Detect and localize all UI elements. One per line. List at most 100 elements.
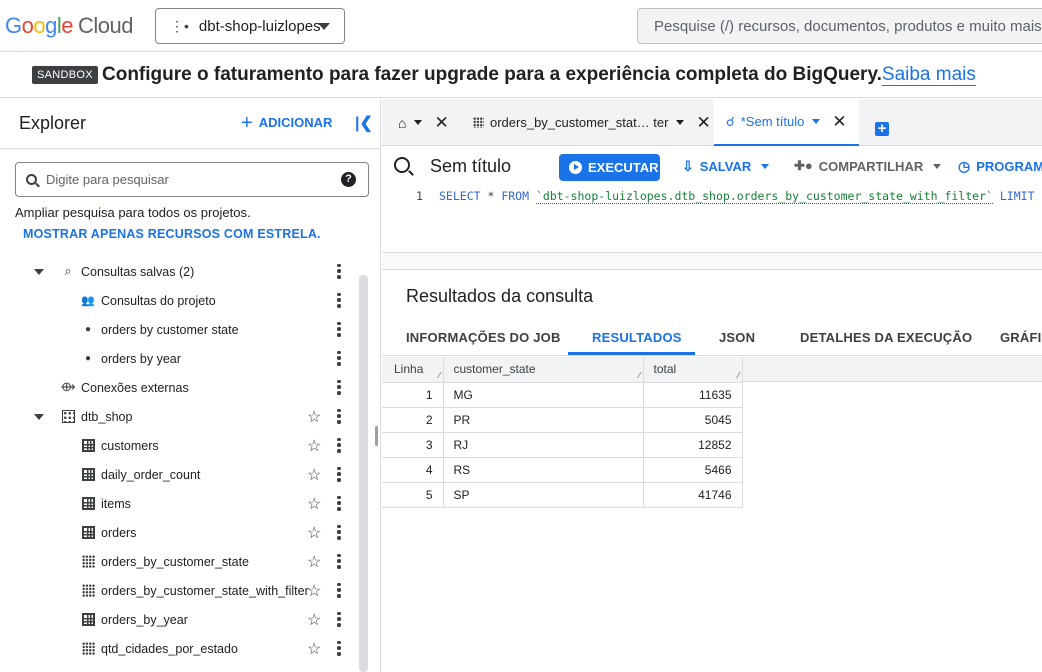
more-options-icon[interactable] bbox=[337, 495, 341, 512]
new-tab-icon[interactable]: + bbox=[875, 121, 889, 136]
collapse-panel-icon[interactable]: |❮ bbox=[355, 113, 373, 133]
expand-arrow-icon[interactable] bbox=[34, 269, 44, 275]
explorer-scrollbar[interactable] bbox=[359, 275, 368, 672]
tab-orders-by-customer-state-with-filter[interactable]: orders_by_customer_stat… ter ✕ bbox=[458, 99, 714, 146]
tree-item-orders-by-year[interactable]: orders_by_year ☆ bbox=[0, 605, 355, 634]
chevron-down-icon bbox=[933, 163, 942, 169]
more-options-icon[interactable] bbox=[337, 437, 341, 454]
project-picker[interactable]: ⋮• dbt-shop-luizlopes bbox=[155, 8, 345, 44]
schedule-button[interactable]: ◷ PROGRAMAR bbox=[958, 158, 1042, 175]
tree-item-items[interactable]: items ☆ bbox=[0, 489, 355, 518]
resize-icon[interactable]: ∕ bbox=[439, 370, 441, 380]
more-options-icon[interactable] bbox=[337, 379, 341, 396]
customer-state-cell[interactable]: RS bbox=[443, 457, 644, 483]
tree-item-conex-es-externas[interactable]: ⟴ Conexões externas bbox=[0, 373, 355, 402]
row-number-cell[interactable]: 2 bbox=[382, 407, 444, 433]
total-cell[interactable]: 5045 bbox=[643, 407, 743, 433]
row-number-cell[interactable]: 1 bbox=[382, 382, 444, 408]
total-cell[interactable]: 41746 bbox=[643, 482, 743, 508]
total-cell[interactable]: 12852 bbox=[643, 432, 743, 458]
run-button[interactable]: EXECUTAR bbox=[559, 154, 660, 181]
resize-icon[interactable]: ∕ bbox=[738, 370, 740, 380]
tree-item-consultas-salvas-2[interactable]: ⌕ Consultas salvas (2) bbox=[0, 257, 355, 286]
row-number-cell[interactable]: 3 bbox=[382, 432, 444, 458]
star-icon[interactable]: ☆ bbox=[307, 581, 321, 601]
total-cell[interactable]: 5466 bbox=[643, 457, 743, 483]
customer-state-cell[interactable]: PR bbox=[443, 407, 644, 433]
add-button[interactable]: + ADICIONAR bbox=[241, 113, 332, 133]
star-icon[interactable]: ☆ bbox=[307, 465, 321, 485]
close-icon[interactable]: ✕ bbox=[696, 113, 710, 133]
customer-state-cell[interactable]: MG bbox=[443, 382, 644, 408]
sql-editor[interactable]: 1 SELECT * FROM `dbt-shop-luizlopes.dtb_… bbox=[382, 186, 1042, 252]
help-icon[interactable]: ? bbox=[341, 172, 356, 187]
panel-resize-handle[interactable] bbox=[375, 426, 378, 446]
show-starred-link[interactable]: MOSTRAR APENAS RECURSOS COM ESTRELA. bbox=[23, 227, 321, 241]
more-options-icon[interactable] bbox=[337, 408, 341, 425]
learn-more-link[interactable]: Saiba mais bbox=[881, 64, 976, 86]
more-options-icon[interactable] bbox=[337, 553, 341, 570]
customer-state-cell[interactable]: SP bbox=[443, 482, 644, 508]
tab-execution-details[interactable]: DETALHES DA EXECUÇÃO bbox=[800, 330, 972, 345]
save-button[interactable]: ⇩ SALVAR bbox=[682, 158, 770, 175]
star-icon[interactable]: ☆ bbox=[307, 610, 321, 630]
share-button[interactable]: ✚● COMPARTILHAR bbox=[794, 158, 942, 174]
star-icon[interactable]: ☆ bbox=[307, 436, 321, 456]
table-reference[interactable]: `dbt-shop-luizlopes.dtb_shop.orders_by_c… bbox=[535, 189, 993, 204]
tab-chart[interactable]: GRÁFICO bbox=[1000, 330, 1042, 345]
code-area[interactable]: SELECT * FROM `dbt-shop-luizlopes.dtb_sh… bbox=[438, 186, 1042, 250]
row-number-cell[interactable]: 4 bbox=[382, 457, 444, 483]
total-cell[interactable]: 11635 bbox=[643, 382, 743, 408]
close-icon[interactable]: ✕ bbox=[832, 112, 846, 132]
tree-item-dtb-shop[interactable]: dtb_shop ☆ bbox=[0, 402, 355, 431]
more-options-icon[interactable] bbox=[337, 524, 341, 541]
tree-item-orders-by-customer-state-with-filter[interactable]: orders_by_customer_state_with_filter ☆ bbox=[0, 576, 355, 605]
table-row[interactable]: 1 MG 11635 bbox=[382, 382, 743, 408]
tree-item-customers[interactable]: customers ☆ bbox=[0, 431, 355, 460]
more-options-icon[interactable] bbox=[337, 466, 341, 483]
more-options-icon[interactable] bbox=[337, 292, 341, 309]
chevron-down-icon[interactable] bbox=[414, 120, 423, 125]
global-search-input[interactable]: Pesquise (/) recursos, documentos, produ… bbox=[637, 8, 1042, 44]
tab-job-info[interactable]: INFORMAÇÕES DO JOB bbox=[406, 330, 561, 345]
explorer-search-input[interactable]: Digite para pesquisar ? bbox=[15, 162, 369, 197]
tree-item-orders[interactable]: orders ☆ bbox=[0, 518, 355, 547]
more-options-icon[interactable] bbox=[337, 263, 341, 280]
more-options-icon[interactable] bbox=[337, 611, 341, 628]
tab-home[interactable]: ⌂ ✕ bbox=[382, 99, 458, 146]
editor-results-divider[interactable] bbox=[382, 252, 1042, 270]
table-row[interactable]: 3 RJ 12852 bbox=[382, 432, 743, 458]
more-options-icon[interactable] bbox=[337, 350, 341, 367]
chevron-down-icon[interactable] bbox=[812, 119, 821, 124]
tab-untitled-query[interactable]: ☌ *Sem título ✕ bbox=[714, 99, 859, 146]
star-icon[interactable]: ☆ bbox=[307, 523, 321, 543]
table-row[interactable]: 4 RS 5466 bbox=[382, 457, 743, 483]
star-icon[interactable]: ☆ bbox=[307, 552, 321, 572]
table-row[interactable]: 2 PR 5045 bbox=[382, 407, 743, 433]
tree-item-consultas-do-projeto[interactable]: 👥 Consultas do projeto bbox=[0, 286, 355, 315]
tree-item-orders-by-year[interactable]: ● orders by year bbox=[0, 344, 355, 373]
star-icon[interactable]: ☆ bbox=[307, 407, 321, 427]
tab-results[interactable]: RESULTADOS bbox=[592, 330, 682, 345]
more-options-icon[interactable] bbox=[337, 321, 341, 338]
tree-item-orders-by-customer-state[interactable]: ● orders by customer state bbox=[0, 315, 355, 344]
column-header-total[interactable]: total ∕ bbox=[643, 357, 743, 383]
column-header-row-number[interactable]: Linha ∕ bbox=[382, 357, 444, 383]
customer-state-cell[interactable]: RJ bbox=[443, 432, 644, 458]
more-options-icon[interactable] bbox=[337, 582, 341, 599]
tree-item-orders-by-customer-state[interactable]: orders_by_customer_state ☆ bbox=[0, 547, 355, 576]
tab-json[interactable]: JSON bbox=[719, 330, 755, 345]
star-icon[interactable]: ☆ bbox=[307, 494, 321, 514]
expand-arrow-icon[interactable] bbox=[34, 414, 44, 420]
google-cloud-logo[interactable]: Google Cloud bbox=[5, 13, 133, 39]
resize-icon[interactable]: ∕ bbox=[639, 370, 641, 380]
tree-item-daily-order-count[interactable]: daily_order_count ☆ bbox=[0, 460, 355, 489]
row-number-cell[interactable]: 5 bbox=[382, 482, 444, 508]
column-header-customer-state[interactable]: customer_state ∕ bbox=[443, 357, 644, 383]
table-row[interactable]: 5 SP 41746 bbox=[382, 482, 743, 508]
more-options-icon[interactable] bbox=[337, 640, 341, 657]
chevron-down-icon[interactable] bbox=[676, 120, 685, 125]
tree-item-qtd-cidades-por-estado[interactable]: qtd_cidades_por_estado ☆ bbox=[0, 634, 355, 663]
star-icon[interactable]: ☆ bbox=[307, 639, 321, 659]
close-icon[interactable]: ✕ bbox=[434, 113, 448, 133]
